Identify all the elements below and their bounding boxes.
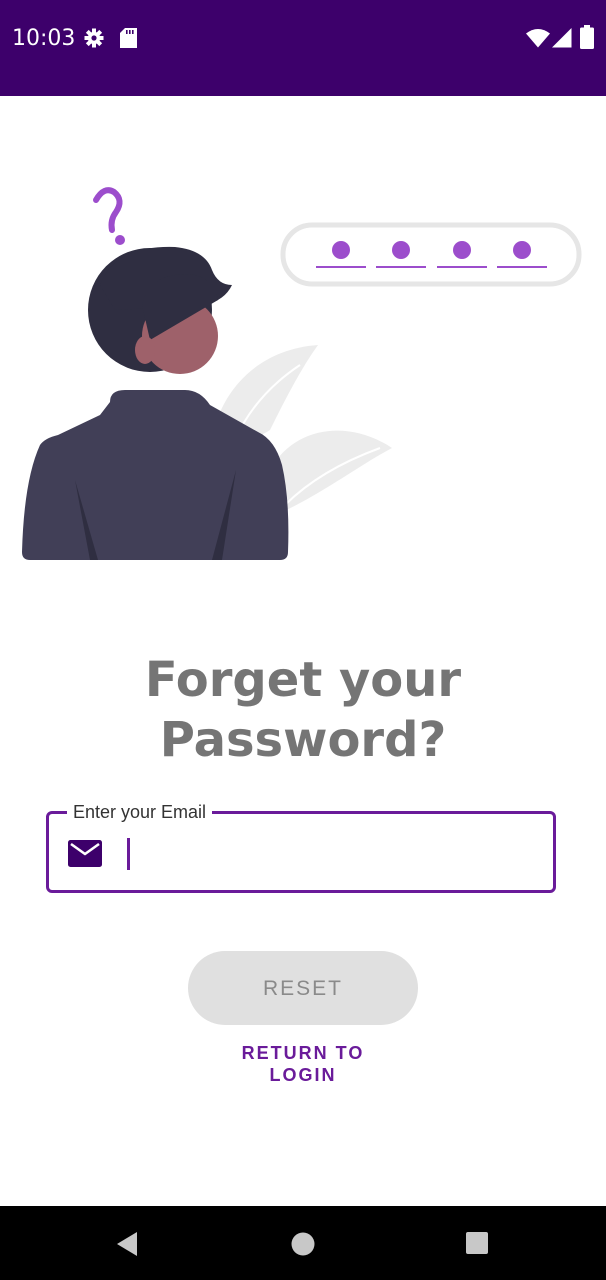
email-input[interactable] — [123, 832, 533, 872]
navigation-bar — [0, 1206, 606, 1280]
page-title: Forget your Password? — [0, 650, 606, 770]
mail-icon — [68, 840, 102, 867]
status-bar: 10:03 — [0, 0, 606, 96]
cell-signal-icon — [552, 28, 572, 48]
back-icon[interactable] — [114, 1231, 140, 1257]
page-title-line-2: Password? — [159, 712, 447, 768]
reset-button[interactable]: RESET — [188, 951, 418, 1025]
gear-icon — [84, 28, 104, 48]
email-field[interactable]: Enter your Email — [46, 800, 556, 893]
text-cursor — [127, 838, 130, 870]
email-field-label: Enter your Email — [67, 800, 213, 824]
question-mark-icon — [93, 187, 125, 245]
password-dots-icon — [280, 222, 582, 287]
home-icon[interactable] — [290, 1231, 316, 1257]
wifi-icon — [526, 29, 550, 48]
return-to-login-link[interactable]: RETURN TO LOGIN — [0, 1042, 606, 1086]
return-link-line-2: LOGIN — [269, 1065, 337, 1085]
recents-icon[interactable] — [465, 1231, 489, 1255]
return-link-line-1: RETURN TO — [241, 1043, 365, 1063]
sd-card-icon — [120, 28, 137, 48]
forgot-password-illustration — [22, 187, 582, 560]
page-title-line-1: Forget your — [144, 652, 462, 708]
battery-icon — [580, 25, 594, 49]
status-time: 10:03 — [12, 26, 76, 51]
